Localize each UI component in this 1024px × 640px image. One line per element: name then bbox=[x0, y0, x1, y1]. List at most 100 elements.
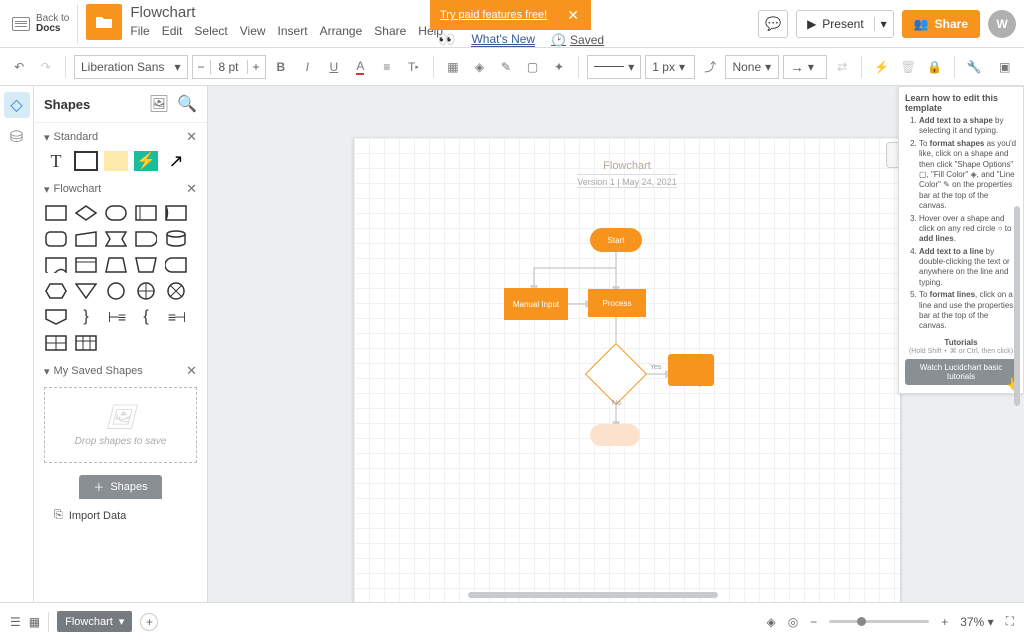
menu-file[interactable]: File bbox=[130, 24, 149, 38]
fc-shape[interactable] bbox=[44, 203, 68, 223]
fc-shape[interactable] bbox=[134, 255, 158, 275]
canvas-title[interactable]: Flowchart bbox=[577, 160, 677, 172]
canvas-subtitle[interactable]: Version 1 | May 24, 2021 bbox=[577, 177, 677, 187]
line-route-button[interactable]: ⤴ bbox=[699, 55, 722, 79]
fc-shape[interactable] bbox=[74, 255, 98, 275]
fc-shape[interactable] bbox=[44, 333, 68, 353]
note-shape[interactable] bbox=[104, 151, 128, 171]
redo-button[interactable]: ↷ bbox=[35, 55, 58, 79]
page-tab[interactable]: Flowchart▾ bbox=[57, 611, 132, 632]
flash-button[interactable]: ⚡ bbox=[870, 55, 893, 79]
align-button[interactable]: ≡ bbox=[376, 55, 399, 79]
fill-button[interactable]: ▦ bbox=[442, 55, 465, 79]
vertical-scrollbar[interactable] bbox=[1014, 206, 1020, 406]
node-end[interactable] bbox=[590, 424, 640, 446]
fc-shape[interactable] bbox=[134, 229, 158, 249]
shapes-rail-button[interactable]: ◇ bbox=[4, 92, 30, 118]
text-options-button[interactable]: T▸ bbox=[402, 55, 425, 79]
lock-button[interactable]: 🔒 bbox=[923, 55, 946, 79]
trash-button[interactable]: 🗑 bbox=[897, 55, 920, 79]
menu-edit[interactable]: Edit bbox=[162, 24, 183, 38]
section-standard-header[interactable]: ▾Standard ✕ bbox=[34, 123, 207, 147]
saved-indicator[interactable]: 🕑Saved bbox=[551, 33, 604, 47]
list-view-button[interactable]: ☰ bbox=[10, 615, 21, 629]
paper[interactable]: Flowchart Version 1 | May 24, 2021 Start… bbox=[354, 138, 900, 602]
label-no[interactable]: No bbox=[612, 400, 621, 407]
size-value[interactable]: 8 pt bbox=[211, 60, 247, 74]
label-yes[interactable]: Yes bbox=[650, 364, 661, 371]
fc-shape[interactable] bbox=[44, 307, 68, 327]
close-section-icon[interactable]: ✕ bbox=[186, 129, 197, 145]
text-color-button[interactable]: A bbox=[349, 55, 372, 79]
fc-shape[interactable] bbox=[74, 281, 98, 301]
fc-shape[interactable] bbox=[74, 229, 98, 249]
folder-icon[interactable] bbox=[86, 4, 122, 40]
panel-toggle-button[interactable]: ▣ bbox=[993, 55, 1016, 79]
image-icon[interactable]: 🖼 bbox=[149, 94, 169, 114]
horizontal-scrollbar[interactable] bbox=[468, 592, 718, 598]
fc-shape[interactable] bbox=[104, 229, 128, 249]
node-decision[interactable] bbox=[594, 352, 638, 396]
section-mysaved-header[interactable]: ▾My Saved Shapes ✕ bbox=[34, 357, 207, 381]
node-start[interactable]: Start bbox=[590, 228, 642, 252]
fc-shape[interactable] bbox=[44, 281, 68, 301]
fc-shape[interactable] bbox=[44, 255, 68, 275]
back-to-docs-button[interactable]: Back to Docs bbox=[8, 4, 78, 44]
rect-shape[interactable] bbox=[74, 151, 98, 171]
import-data-button[interactable]: ⎘Import Data bbox=[34, 503, 207, 522]
fc-shape[interactable] bbox=[104, 203, 128, 223]
section-flowchart-header[interactable]: ▾Flowchart ✕ bbox=[34, 175, 207, 199]
binoculars-icon[interactable]: 👀 bbox=[438, 31, 455, 48]
fc-shape[interactable] bbox=[104, 281, 128, 301]
bolt-shape[interactable]: ⚡ bbox=[134, 151, 158, 171]
underline-button[interactable]: U bbox=[323, 55, 346, 79]
zoom-out-button[interactable]: − bbox=[810, 615, 817, 629]
canvas[interactable]: Flowchart Version 1 | May 24, 2021 Start… bbox=[208, 86, 1024, 602]
fc-shape[interactable] bbox=[164, 203, 188, 223]
fc-shape[interactable] bbox=[44, 229, 68, 249]
shapes-library-button[interactable]: ＋Shapes bbox=[79, 475, 161, 499]
fill-color-button[interactable]: ◈ bbox=[468, 55, 491, 79]
font-select[interactable]: Liberation Sans▾ bbox=[74, 55, 188, 79]
add-page-button[interactable]: + bbox=[140, 613, 158, 631]
watch-tutorials-button[interactable]: Watch Lucidchart basic tutorials 👆 bbox=[905, 359, 1017, 385]
fc-shape[interactable] bbox=[104, 255, 128, 275]
menu-insert[interactable]: Insert bbox=[278, 24, 308, 38]
undo-button[interactable]: ↶ bbox=[8, 55, 31, 79]
whats-new-link[interactable]: What's New bbox=[471, 32, 535, 47]
menu-share[interactable]: Share bbox=[374, 24, 406, 38]
fc-shape[interactable]: } bbox=[74, 307, 98, 327]
fc-shape[interactable] bbox=[74, 333, 98, 353]
size-minus[interactable]: − bbox=[193, 60, 211, 74]
node-process[interactable]: Process bbox=[588, 289, 646, 317]
fc-shape[interactable]: ≡⊣ bbox=[164, 307, 188, 327]
document-title[interactable]: Flowchart bbox=[130, 4, 443, 21]
present-button[interactable]: ▶Present ▾ bbox=[796, 10, 894, 38]
fc-shape[interactable] bbox=[164, 229, 188, 249]
fc-shape[interactable] bbox=[74, 203, 98, 223]
promo-close-icon[interactable]: ✕ bbox=[561, 7, 585, 24]
line-color-button[interactable]: ✎ bbox=[495, 55, 518, 79]
drop-shapes-area[interactable]: 🖼 Drop shapes to save bbox=[44, 387, 197, 463]
try-paid-link[interactable]: Try paid features free! bbox=[436, 9, 551, 21]
arrow-shape[interactable]: ↗ bbox=[164, 151, 188, 171]
share-button[interactable]: 👥Share bbox=[902, 10, 980, 38]
line-style-select[interactable]: ▾ bbox=[587, 55, 641, 79]
close-section-icon[interactable]: ✕ bbox=[186, 181, 197, 197]
fullscreen-button[interactable]: ⛶ bbox=[1006, 614, 1014, 629]
target-button[interactable]: ◎ bbox=[788, 615, 798, 629]
bold-button[interactable]: B bbox=[270, 55, 293, 79]
comment-button[interactable]: 💬 bbox=[758, 10, 788, 38]
italic-button[interactable]: I bbox=[296, 55, 319, 79]
text-shape[interactable]: T bbox=[44, 151, 68, 171]
shape-options-button[interactable]: ▢ bbox=[521, 55, 544, 79]
menu-view[interactable]: View bbox=[240, 24, 266, 38]
fc-shape[interactable] bbox=[164, 281, 188, 301]
data-rail-button[interactable]: ⛁ bbox=[4, 124, 30, 150]
zoom-slider[interactable] bbox=[829, 620, 929, 623]
line-width-select[interactable]: 1 px▾ bbox=[645, 55, 695, 79]
size-plus[interactable]: + bbox=[247, 60, 265, 74]
present-dropdown-icon[interactable]: ▾ bbox=[874, 17, 893, 31]
node-manual-input[interactable]: Manual Input bbox=[504, 288, 568, 320]
zoom-in-button[interactable]: + bbox=[941, 615, 948, 629]
